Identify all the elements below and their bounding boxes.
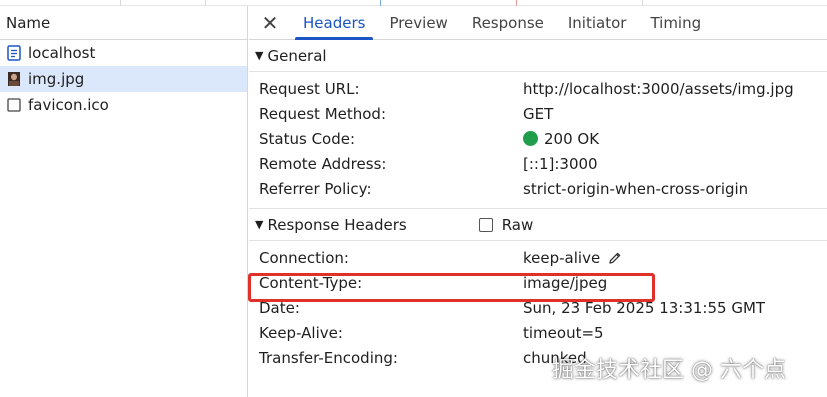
name-column-header[interactable]: Name xyxy=(0,6,247,40)
close-icon[interactable]: ✕ xyxy=(249,6,291,39)
header-value: [::1]:3000 xyxy=(523,154,598,173)
header-row: Status Code: 200 OK xyxy=(249,126,827,151)
header-value: http://localhost:3000/assets/img.jpg xyxy=(523,79,794,98)
request-name: localhost xyxy=(28,44,96,62)
request-list-panel: Name localhost img.jpg favicon.ico xyxy=(0,6,248,397)
header-value-wrap: keep-alive xyxy=(523,249,622,267)
tab-timing[interactable]: Timing xyxy=(638,6,713,39)
header-row: Request URL: http://localhost:3000/asset… xyxy=(249,76,827,101)
watermark: 掘金技术社区 @ 六个点 xyxy=(552,358,786,383)
pencil-icon[interactable] xyxy=(608,251,622,265)
header-value: GET xyxy=(523,104,554,123)
status-value: 200 OK xyxy=(523,130,599,148)
header-value: image/jpeg xyxy=(523,273,608,292)
header-key: Transfer-Encoding: xyxy=(259,348,398,367)
header-key: Request Method: xyxy=(259,104,387,123)
request-name: img.jpg xyxy=(28,70,85,88)
header-key: Content-Type: xyxy=(259,273,363,292)
header-value: Sun, 23 Feb 2025 13:31:55 GMT xyxy=(523,298,766,317)
document-icon xyxy=(6,45,22,61)
general-rows: Request URL: http://localhost:3000/asset… xyxy=(249,72,827,201)
header-key: Connection: xyxy=(259,248,349,267)
header-value: 200 OK xyxy=(544,129,600,148)
request-details-panel: ✕ Headers Preview Response Initiator Tim… xyxy=(249,6,827,397)
request-item-img-jpg[interactable]: img.jpg xyxy=(0,66,247,92)
header-key: Keep-Alive: xyxy=(259,323,343,342)
section-title: Response Headers xyxy=(267,215,407,234)
header-row: Connection: keep-alive xyxy=(249,245,827,270)
file-icon xyxy=(6,97,22,113)
expand-triangle-icon: ▼ xyxy=(255,49,264,62)
header-row: Remote Address: [::1]:3000 xyxy=(249,151,827,176)
header-key: Status Code: xyxy=(259,129,356,148)
header-row: Content-Type: image/jpeg xyxy=(249,270,827,295)
details-tab-bar: ✕ Headers Preview Response Initiator Tim… xyxy=(249,6,827,40)
header-row: Referrer Policy: strict-origin-when-cros… xyxy=(249,176,827,201)
response-headers-section-header[interactable]: ▼ Response Headers Raw xyxy=(249,209,827,241)
section-divider xyxy=(249,201,827,209)
section-title: General xyxy=(267,46,327,65)
header-value: keep-alive xyxy=(523,248,601,267)
status-ok-icon xyxy=(523,131,538,146)
header-value: timeout=5 xyxy=(523,323,604,342)
header-key: Referrer Policy: xyxy=(259,179,372,198)
image-thumbnail-icon xyxy=(6,71,22,87)
tab-headers[interactable]: Headers xyxy=(291,6,377,40)
raw-toggle[interactable]: Raw xyxy=(478,215,534,234)
raw-checkbox[interactable] xyxy=(478,217,493,232)
header-row: Keep-Alive: timeout=5 xyxy=(249,320,827,345)
header-key: Date: xyxy=(259,298,300,317)
request-item-favicon[interactable]: favicon.ico xyxy=(0,92,247,118)
header-key: Request URL: xyxy=(259,79,360,98)
expand-triangle-icon: ▼ xyxy=(255,218,264,231)
header-key: Remote Address: xyxy=(259,154,387,173)
response-header-rows: Connection: keep-alive Content-Type: ima… xyxy=(249,241,827,370)
header-row: Request Method: GET xyxy=(249,101,827,126)
general-section-header[interactable]: ▼ General xyxy=(249,40,827,72)
tab-initiator[interactable]: Initiator xyxy=(556,6,639,39)
tab-response[interactable]: Response xyxy=(460,6,556,39)
request-item-localhost[interactable]: localhost xyxy=(0,40,247,66)
header-row: Date: Sun, 23 Feb 2025 13:31:55 GMT xyxy=(249,295,827,320)
tab-preview[interactable]: Preview xyxy=(377,6,459,39)
raw-label: Raw xyxy=(501,215,534,234)
header-value: strict-origin-when-cross-origin xyxy=(523,179,749,198)
request-name: favicon.ico xyxy=(28,96,109,114)
